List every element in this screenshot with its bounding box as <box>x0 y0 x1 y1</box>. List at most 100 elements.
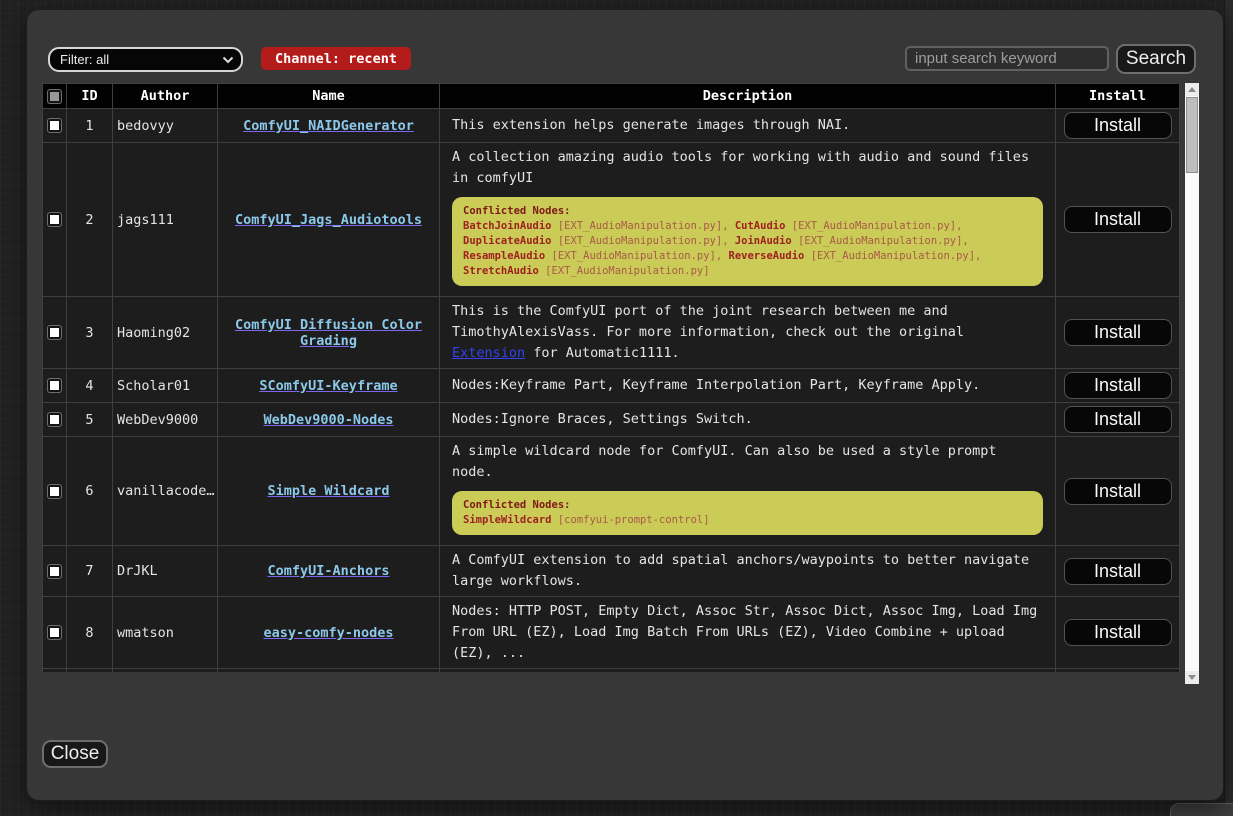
cell-install: Install <box>1056 597 1180 669</box>
row-checkbox[interactable] <box>48 485 61 498</box>
cell-install: Install <box>1056 669 1180 673</box>
cell-name: WebDev9000-Nodes <box>218 403 440 437</box>
row-checkbox[interactable] <box>48 565 61 578</box>
cell-name: ComfyUI-Anchors <box>218 546 440 597</box>
install-button[interactable]: Install <box>1064 206 1172 233</box>
extension-name-link[interactable]: SComfyUI-Keyframe <box>259 378 397 394</box>
extensions-table-container: ID Author Name Description Install 1bedo… <box>42 83 1184 672</box>
description-text: A collection amazing audio tools for wor… <box>452 149 1029 186</box>
extension-name-link[interactable]: easy-comfy-nodes <box>263 625 393 641</box>
cell-author: Haoming02 <box>113 297 218 369</box>
header-install: Install <box>1056 84 1180 109</box>
install-button[interactable]: Install <box>1064 372 1172 399</box>
row-checkbox[interactable] <box>48 626 61 639</box>
cell-name: ComfyUI Diffusion Color Grading <box>218 297 440 369</box>
cell-author: jags111 <box>113 143 218 297</box>
description-text: A simple wildcard node for ComfyUI. Can … <box>452 443 997 480</box>
conflicted-nodes-title: Conflicted Nodes: <box>463 498 1032 513</box>
cell-id: 5 <box>67 403 113 437</box>
description-text: Nodes: HTTP POST, Empty Dict, Assoc Str,… <box>452 603 1037 661</box>
row-checkbox[interactable] <box>48 119 61 132</box>
row-select-cell <box>43 369 67 403</box>
search-button[interactable]: Search <box>1116 44 1196 74</box>
cell-id: 2 <box>67 143 113 297</box>
cell-name: ComfyUI_Jags_Audiotools <box>218 143 440 297</box>
header-description: Description <box>440 84 1056 109</box>
install-button[interactable]: Install <box>1064 619 1172 646</box>
filter-dropdown[interactable]: Filter: all <box>48 47 243 72</box>
row-select-cell <box>43 546 67 597</box>
cell-description: A collection amazing audio tools for wor… <box>440 143 1056 297</box>
cell-install: Install <box>1056 546 1180 597</box>
channel-badge: Channel: recent <box>261 47 411 70</box>
cell-description: Nodes:Ignore Braces, Settings Switch. <box>440 403 1056 437</box>
extensions-table: ID Author Name Description Install 1bedo… <box>42 83 1180 672</box>
table-row: 4Scholar01SComfyUI-KeyframeNodes:Keyfram… <box>43 369 1180 403</box>
install-button[interactable]: Install <box>1064 112 1172 139</box>
description-text: This is the ComfyUI port of the joint re… <box>452 303 964 340</box>
install-button[interactable]: Install <box>1064 319 1172 346</box>
description-text: for Automatic1111. <box>525 345 679 361</box>
cell-id: 9 <box>67 669 113 673</box>
extension-name-link[interactable]: Simple Wildcard <box>268 483 390 499</box>
cell-description: This extension helps generate images thr… <box>440 109 1056 143</box>
row-checkbox[interactable] <box>48 326 61 339</box>
row-select-cell <box>43 403 67 437</box>
header-author: Author <box>113 84 218 109</box>
cell-id: 6 <box>67 437 113 546</box>
description-inline-link[interactable]: Extension <box>452 345 525 361</box>
cell-install: Install <box>1056 143 1180 297</box>
scrollbar-thumb[interactable] <box>1186 97 1198 173</box>
cell-id: 8 <box>67 597 113 669</box>
cell-id: 3 <box>67 297 113 369</box>
extension-name-link[interactable]: ComfyUI_Jags_Audiotools <box>235 212 422 228</box>
table-scrollbar[interactable] <box>1185 83 1199 684</box>
table-row: 1bedovyyComfyUI_NAIDGeneratorThis extens… <box>43 109 1180 143</box>
cell-name: ComfyUI_Mexx_Styler <box>218 669 440 673</box>
extension-name-link[interactable]: ComfyUI_NAIDGenerator <box>243 118 414 134</box>
cell-name: ComfyUI_NAIDGenerator <box>218 109 440 143</box>
install-button[interactable]: Install <box>1064 406 1172 433</box>
comfyui-canvas-background: Filter: all Channel: recent Search ID Au <box>0 0 1233 815</box>
extension-name-link[interactable]: WebDev9000-Nodes <box>263 412 393 428</box>
cell-description: This is the ComfyUI port of the joint re… <box>440 297 1056 369</box>
row-checkbox[interactable] <box>48 413 61 426</box>
cell-name: easy-comfy-nodes <box>218 597 440 669</box>
cell-author: SoftMeng <box>113 669 218 673</box>
cell-name: Simple Wildcard <box>218 437 440 546</box>
header-id: ID <box>67 84 113 109</box>
header-name: Name <box>218 84 440 109</box>
conflicted-nodes-list: BatchJoinAudio [EXT_AudioManipulation.py… <box>463 219 1032 279</box>
row-select-cell <box>43 109 67 143</box>
cell-install: Install <box>1056 437 1180 546</box>
cell-install: Install <box>1056 403 1180 437</box>
table-row: 5WebDev9000WebDev9000-NodesNodes:Ignore … <box>43 403 1180 437</box>
install-button[interactable]: Install <box>1064 558 1172 585</box>
row-checkbox[interactable] <box>48 213 61 226</box>
scroll-up-icon[interactable] <box>1185 83 1199 96</box>
cell-install: Install <box>1056 369 1180 403</box>
extension-name-link[interactable]: ComfyUI Diffusion Color Grading <box>235 317 422 349</box>
search-input[interactable] <box>905 46 1109 71</box>
install-button[interactable]: Install <box>1064 478 1172 505</box>
conflicted-nodes-title: Conflicted Nodes: <box>463 204 1032 219</box>
custom-nodes-installer-dialog: Filter: all Channel: recent Search ID Au <box>27 10 1223 800</box>
row-select-cell <box>43 143 67 297</box>
cell-author: wmatson <box>113 597 218 669</box>
cell-name: SComfyUI-Keyframe <box>218 369 440 403</box>
cell-author: vanillacode… <box>113 437 218 546</box>
cell-description: Nodes: HTTP POST, Empty Dict, Assoc Str,… <box>440 597 1056 669</box>
row-select-cell <box>43 297 67 369</box>
cell-description: A ComfyUI extension to add spatial ancho… <box>440 546 1056 597</box>
table-row: 7DrJKLComfyUI-AnchorsA ComfyUI extension… <box>43 546 1180 597</box>
background-button-peek[interactable] <box>1170 803 1233 816</box>
close-button[interactable]: Close <box>42 740 108 768</box>
scroll-down-icon[interactable] <box>1185 671 1199 684</box>
extension-name-link[interactable]: ComfyUI-Anchors <box>268 563 390 579</box>
row-checkbox[interactable] <box>48 379 61 392</box>
description-text: Nodes:Keyframe Part, Keyframe Interpolat… <box>452 377 980 393</box>
cell-id: 7 <box>67 546 113 597</box>
conflicted-nodes-list: SimpleWildcard [comfyui-prompt-control] <box>463 513 1032 528</box>
select-all-checkbox[interactable] <box>48 90 61 103</box>
cell-author: bedovyy <box>113 109 218 143</box>
